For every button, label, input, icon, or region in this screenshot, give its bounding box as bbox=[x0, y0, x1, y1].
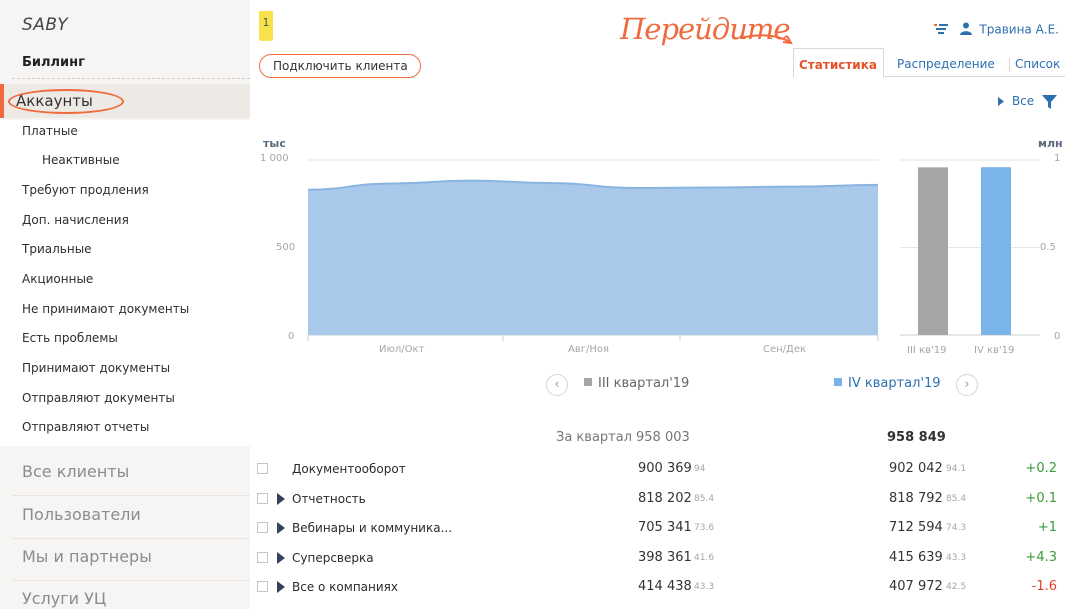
total-label: За квартал bbox=[556, 430, 633, 445]
main-panel: 1 Подключить клиента Перейдите Травина А… bbox=[250, 0, 1065, 609]
expand-triangle-icon[interactable] bbox=[277, 522, 285, 534]
menu-item-promo[interactable]: Акционные bbox=[22, 272, 93, 286]
menu-item-not-accepting-docs[interactable]: Не принимают документы bbox=[22, 302, 189, 316]
legend-swatch-q3 bbox=[584, 378, 592, 386]
legend-q3[interactable]: III квартал'19 bbox=[584, 376, 689, 391]
total-q3: 958 003 bbox=[636, 430, 690, 445]
row-diff: +0.2 bbox=[1025, 461, 1057, 476]
bar-q4 bbox=[981, 167, 1011, 335]
row-q4-pct: 42.5 bbox=[946, 582, 967, 592]
row-q4-value: 415 639 bbox=[889, 549, 943, 565]
row-q4-value: 818 792 bbox=[889, 490, 943, 506]
row-checkbox[interactable] bbox=[257, 463, 268, 474]
row-q4-pct: 74.3 bbox=[946, 523, 967, 533]
row-checkbox[interactable] bbox=[257, 522, 268, 533]
row-name: Документооборот bbox=[292, 462, 406, 476]
menu-item-inactive[interactable]: Неактивные bbox=[42, 153, 120, 167]
row-name: Вебинары и коммуника... bbox=[292, 521, 453, 535]
table-row[interactable]: Суперсверка 398 361 41.6 415 639 43.3 +4.3 bbox=[250, 545, 1065, 571]
sidebar-item-partners[interactable]: Мы и партнеры bbox=[22, 547, 152, 566]
row-q3-value: 900 369 bbox=[638, 461, 692, 476]
row-q4-pct: 85.4 bbox=[946, 493, 967, 504]
row-q4-value: 407 972 bbox=[889, 579, 943, 594]
sidebar-item-all-clients[interactable]: Все клиенты bbox=[22, 462, 129, 481]
row-checkbox[interactable] bbox=[257, 492, 268, 504]
period-legend: ‹ III квартал'19 IV квартал'19 › bbox=[546, 374, 986, 398]
sidebar-divider bbox=[12, 495, 250, 496]
sidebar-item-accounts[interactable]: Аккаунты bbox=[0, 84, 250, 118]
row-diff: +4.3 bbox=[1025, 549, 1057, 565]
bar-q3 bbox=[918, 167, 948, 335]
row-q3-pct: 43.3 bbox=[694, 582, 715, 592]
sidebar-divider bbox=[12, 538, 250, 539]
expand-triangle-icon[interactable] bbox=[277, 581, 285, 593]
menu-item-trial[interactable]: Триальные bbox=[22, 242, 92, 256]
row-q3-pct: 94 bbox=[694, 464, 706, 474]
expand-triangle-icon[interactable] bbox=[277, 551, 285, 564]
app-logo[interactable]: SABY bbox=[22, 15, 68, 35]
table-row[interactable]: Документооборот 900 369 94 902 042 94.1 +0.2 bbox=[250, 456, 1065, 482]
menu-item-extra-charges[interactable]: Доп. начисления bbox=[22, 213, 129, 227]
row-q3-value: 705 341 bbox=[638, 520, 692, 535]
menu-item-need-renewal[interactable]: Требуют продления bbox=[22, 183, 149, 197]
row-q3-value: 818 202 bbox=[638, 490, 692, 506]
row-name: Суперсверка bbox=[292, 550, 374, 565]
row-diff: -1.6 bbox=[1031, 579, 1057, 594]
chevron-left-icon[interactable]: ‹ bbox=[546, 374, 568, 396]
statistics-chart bbox=[307, 159, 1040, 341]
sidebar: SABY Биллинг Аккаунты Платные Неактивные… bbox=[0, 0, 250, 609]
sidebar-item-users[interactable]: Пользователи bbox=[22, 505, 141, 524]
section-title-billing[interactable]: Биллинг bbox=[22, 55, 85, 70]
row-name: Все о компаниях bbox=[292, 580, 398, 594]
sidebar-divider bbox=[12, 78, 250, 79]
row-checkbox[interactable] bbox=[257, 551, 268, 563]
row-q3-pct: 73.6 bbox=[694, 523, 715, 533]
active-indicator bbox=[0, 84, 4, 118]
highlight-circle bbox=[8, 89, 124, 114]
row-q4-value: 902 042 bbox=[889, 461, 943, 476]
row-checkbox[interactable] bbox=[257, 581, 268, 592]
billing-page: SABY Биллинг Аккаунты Платные Неактивные… bbox=[0, 0, 1065, 609]
row-q4-pct: 94.1 bbox=[946, 464, 967, 474]
legend-q3-label: III квартал'19 bbox=[598, 376, 690, 391]
expand-triangle-icon[interactable] bbox=[277, 492, 285, 505]
row-q3-value: 414 438 bbox=[638, 579, 692, 594]
row-q4-pct: 43.3 bbox=[946, 552, 967, 563]
menu-item-paid[interactable]: Платные bbox=[22, 124, 78, 138]
legend-q4-label: IV квартал'19 bbox=[848, 376, 941, 391]
sidebar-item-cert-services[interactable]: Услуги УЦ bbox=[22, 589, 106, 608]
row-diff: +0.1 bbox=[1025, 490, 1057, 506]
row-q4-value: 712 594 bbox=[889, 520, 943, 535]
row-q3-pct: 85.4 bbox=[694, 493, 715, 504]
table-row[interactable]: Вебинары и коммуника... 705 341 73.6 712 59… bbox=[250, 515, 1065, 541]
menu-item-sending-docs[interactable]: Отправляют документы bbox=[22, 391, 175, 405]
row-diff: +1 bbox=[1037, 520, 1057, 535]
menu-item-accepting-docs[interactable]: Принимают документы bbox=[22, 361, 170, 375]
chevron-right-icon[interactable]: › bbox=[956, 374, 978, 396]
sidebar-divider bbox=[12, 580, 250, 581]
row-q3-value: 398 361 bbox=[638, 549, 692, 565]
accounts-submenu: Платные Неактивные Требуют продления Доп… bbox=[0, 120, 250, 446]
menu-item-has-problems[interactable]: Есть проблемы bbox=[22, 331, 118, 345]
total-q4: 958 849 bbox=[887, 430, 946, 445]
row-q3-pct: 41.6 bbox=[694, 552, 715, 563]
menu-item-sending-reports[interactable]: Отправляют отчеты bbox=[22, 420, 149, 434]
legend-q4[interactable]: IV квартал'19 bbox=[834, 376, 941, 391]
row-name: Отчетность bbox=[292, 491, 366, 506]
table-row[interactable]: Отчетность 818 202 85.4 818 792 85.4 +0.1 bbox=[250, 486, 1065, 512]
legend-swatch-q4 bbox=[834, 378, 842, 386]
area-series-fill bbox=[308, 180, 878, 335]
table-row[interactable]: Все о компаниях 414 438 43.3 407 972 42.5 -1.… bbox=[250, 574, 1065, 600]
